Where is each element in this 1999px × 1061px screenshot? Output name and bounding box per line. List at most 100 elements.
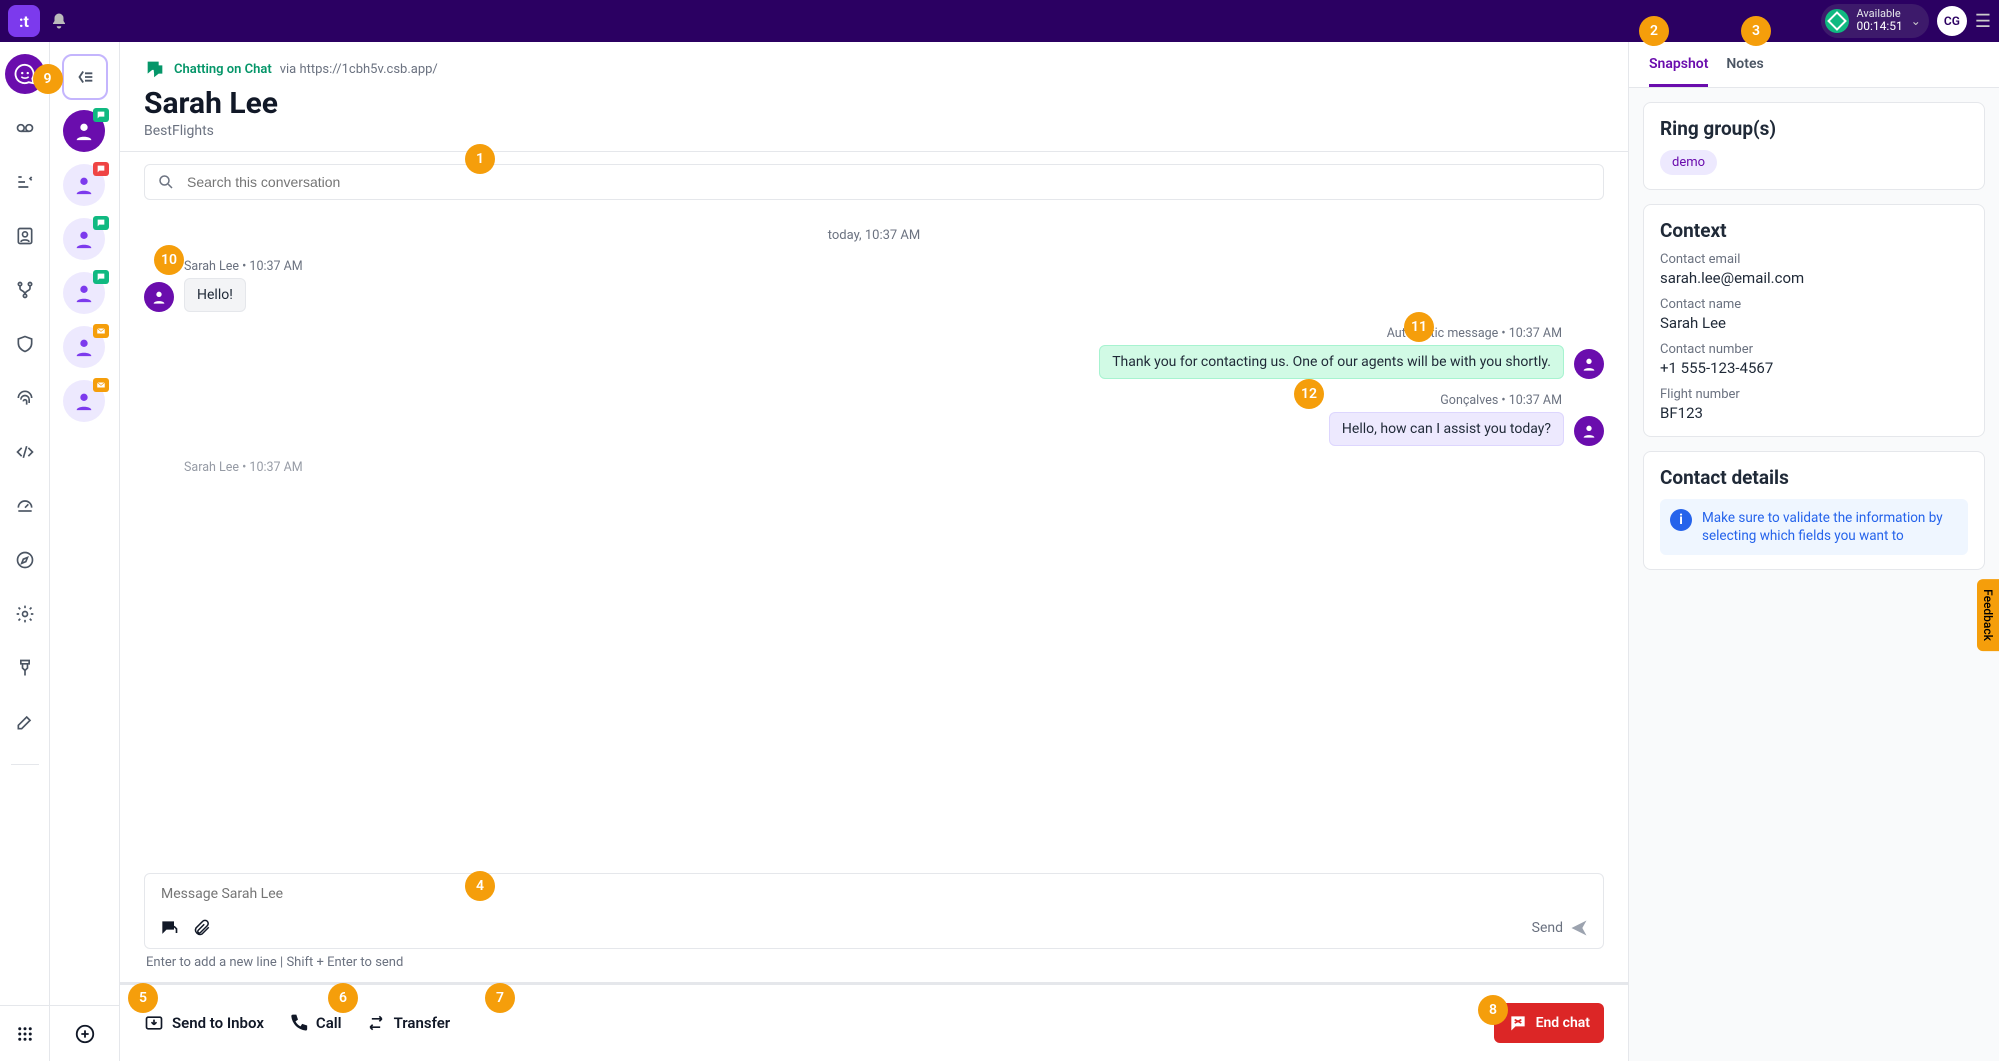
chat-scroll[interactable]: today, 10:37 AM 10 Sarah Lee • 10:37 AM … <box>120 212 1628 873</box>
chevron-down-icon: ⌄ <box>1911 14 1921 28</box>
transfer-icon <box>366 1013 386 1033</box>
ring-groups-title: Ring group(s) <box>1660 117 1968 140</box>
apps-grid-button[interactable] <box>0 1005 50 1061</box>
nav-queues[interactable] <box>5 162 45 202</box>
nav-dashboard[interactable] <box>5 486 45 526</box>
search-icon <box>157 173 175 191</box>
composer-hint: Enter to add a new line | Shift + Enter … <box>120 949 1628 970</box>
chat-badge-icon <box>93 162 109 176</box>
details-panel: 2 Snapshot 3 Notes Ring group(s) demo Co… <box>1629 42 1999 1061</box>
contact-details-card: Contact details i Make sure to validate … <box>1643 451 1985 570</box>
canned-responses-icon[interactable] <box>159 918 179 938</box>
collapse-button[interactable] <box>62 54 108 100</box>
conversation-item[interactable] <box>63 272 107 316</box>
conversation-item[interactable] <box>63 326 107 370</box>
context-label: Contact name <box>1660 297 1968 312</box>
nav-settings[interactable] <box>5 594 45 634</box>
nav-rail: 9 <box>0 42 50 1061</box>
topbar: :t Available 00:14:51 ⌄ CG ☰ <box>0 0 1999 42</box>
status-timer: 00:14:51 <box>1857 20 1903 33</box>
call-button[interactable]: Call <box>288 1013 342 1033</box>
context-card: Context Contact email sarah.lee@email.co… <box>1643 204 1985 437</box>
info-icon: i <box>1670 509 1692 531</box>
message-meta: Automatic message • 10:37 AM <box>144 326 1562 341</box>
message-bubble: Thank you for contacting us. One of our … <box>1099 345 1564 379</box>
user-avatar[interactable]: CG <box>1937 6 1967 36</box>
nav-compose[interactable] <box>5 702 45 742</box>
context-label: Contact number <box>1660 342 1968 357</box>
tab-snapshot[interactable]: Snapshot <box>1649 42 1708 87</box>
conversation-item-active[interactable] <box>63 110 107 154</box>
customer-name: Sarah Lee <box>144 86 1604 121</box>
attachment-icon[interactable] <box>193 918 211 938</box>
send-icon <box>1569 918 1589 938</box>
message-input[interactable] <box>159 884 1589 908</box>
chat-badge-icon <box>93 216 109 230</box>
chat-badge-icon <box>93 270 109 284</box>
inbox-icon <box>144 1013 164 1033</box>
conversation-item[interactable] <box>63 380 107 424</box>
nav-scripts[interactable] <box>5 648 45 688</box>
app-logo[interactable]: :t <box>8 5 40 37</box>
conversation-rail <box>50 42 120 1061</box>
message-bubble: Hello! <box>184 278 246 312</box>
context-title: Context <box>1660 219 1968 242</box>
chat-area: Chatting on Chat via https://1cbh5v.csb.… <box>120 42 1629 1061</box>
chat-header: Chatting on Chat via https://1cbh5v.csb.… <box>120 42 1628 152</box>
date-divider: today, 10:37 AM <box>144 228 1604 243</box>
channel-via: via https://1cbh5v.csb.app/ <box>280 62 438 77</box>
annotation-10: 10 <box>154 245 184 275</box>
system-avatar-icon <box>1574 349 1604 379</box>
notifications-icon[interactable] <box>50 12 68 30</box>
nav-explore[interactable] <box>5 540 45 580</box>
contact-details-title: Contact details <box>1660 466 1968 489</box>
context-value: sarah.lee@email.com <box>1660 269 1968 287</box>
transfer-button[interactable]: Transfer <box>366 1013 451 1033</box>
mail-badge-icon <box>93 324 109 338</box>
ring-group-chip[interactable]: demo <box>1660 150 1717 175</box>
annotation-5: 5 <box>128 983 158 1013</box>
context-value: Sarah Lee <box>1660 314 1968 332</box>
message-bubble: Hello, how can I assist you today? <box>1329 412 1564 446</box>
send-button[interactable]: Send <box>1532 918 1589 938</box>
nav-contacts[interactable] <box>5 216 45 256</box>
annotation-7: 7 <box>485 983 515 1013</box>
tab-notes[interactable]: Notes <box>1726 42 1763 87</box>
info-banner: i Make sure to validate the information … <box>1660 499 1968 555</box>
ring-groups-card: Ring group(s) demo <box>1643 102 1985 190</box>
message-meta: Gonçalves • 10:37 AM <box>144 393 1562 408</box>
chat-badge-icon <box>93 108 109 122</box>
end-chat-icon <box>1508 1013 1528 1033</box>
agent-status-pill[interactable]: Available 00:14:51 ⌄ <box>1821 4 1929 37</box>
composer: Send <box>144 873 1604 949</box>
annotation-6: 6 <box>328 983 358 1013</box>
nav-security[interactable] <box>5 324 45 364</box>
conversation-item[interactable] <box>63 164 107 208</box>
phone-icon <box>288 1013 308 1033</box>
context-value: BF123 <box>1660 404 1968 422</box>
nav-conversations[interactable]: 9 <box>5 54 45 94</box>
rail-separator <box>11 764 39 765</box>
chat-icon <box>144 58 166 80</box>
conversation-search[interactable] <box>144 164 1604 200</box>
conversation-search-input[interactable] <box>185 173 1591 191</box>
add-button[interactable] <box>50 1005 120 1061</box>
mail-badge-icon <box>93 378 109 392</box>
panel-toggle-icon[interactable]: ☰ <box>1975 11 1991 32</box>
send-to-inbox-button[interactable]: Send to Inbox <box>144 1013 264 1033</box>
context-label: Contact email <box>1660 252 1968 267</box>
nav-voicemail[interactable] <box>5 108 45 148</box>
nav-biometrics[interactable] <box>5 378 45 418</box>
nav-code[interactable] <box>5 432 45 472</box>
conversation-item[interactable] <box>63 218 107 262</box>
message-meta-partial: Sarah Lee • 10:37 AM <box>184 460 1604 475</box>
feedback-tab[interactable]: Feedback <box>1977 579 1999 651</box>
message-meta: Sarah Lee • 10:37 AM <box>184 259 1604 274</box>
end-chat-button[interactable]: End chat <box>1494 1003 1604 1043</box>
nav-routing[interactable] <box>5 270 45 310</box>
context-value: +1 555-123-4567 <box>1660 359 1968 377</box>
status-indicator-icon <box>1825 9 1849 33</box>
info-banner-text: Make sure to validate the information by… <box>1702 509 1958 545</box>
channel-label: Chatting on Chat <box>144 58 272 80</box>
chat-action-bar: 5 Send to Inbox 6 Call 7 Transfer 8 <box>120 982 1628 1061</box>
